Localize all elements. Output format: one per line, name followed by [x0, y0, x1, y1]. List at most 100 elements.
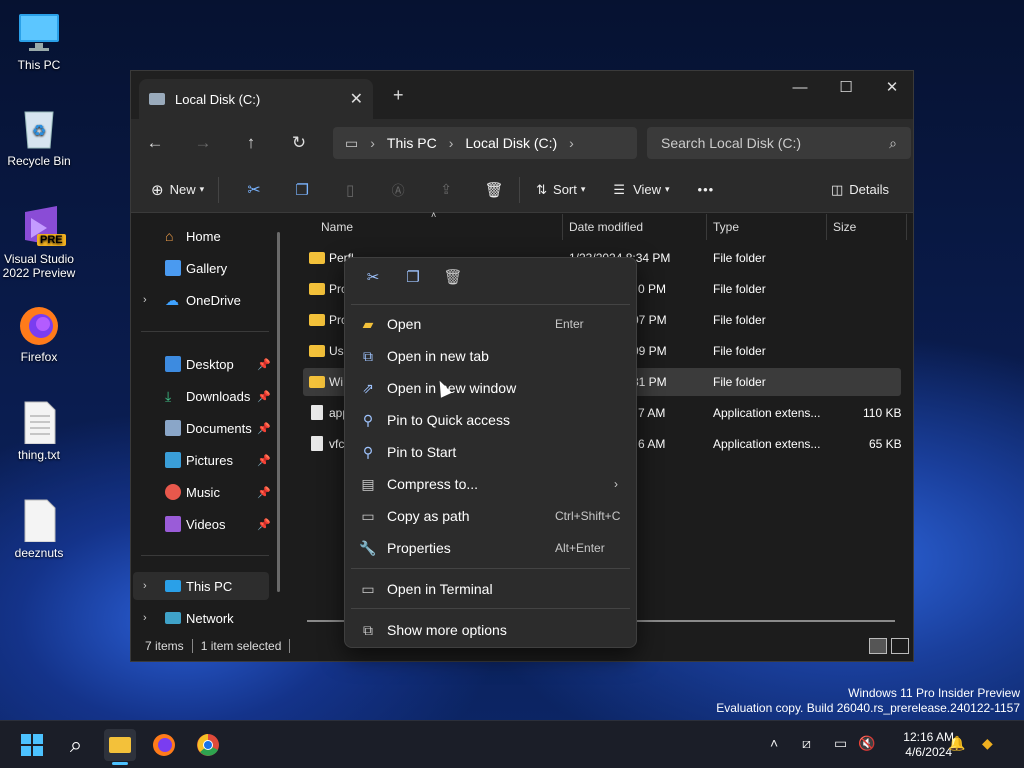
close-tab-icon[interactable]: ✕ — [350, 89, 363, 109]
copy-icon[interactable]: ❐ — [285, 181, 319, 199]
menu-item-open-new-tab[interactable]: ⧉ Open in new tab — [349, 341, 632, 371]
display-icon[interactable]: ▭ — [834, 735, 847, 752]
pin-icon[interactable]: 📌 — [257, 422, 271, 435]
tiles-view-icon[interactable] — [891, 638, 909, 654]
breadcrumb-this-pc[interactable]: This PC — [387, 135, 437, 151]
menu-item-compress[interactable]: ▤ Compress to... › — [349, 469, 632, 499]
breadcrumb-chevron-icon[interactable]: › — [569, 135, 574, 151]
sidebar-item-onedrive[interactable]: › ☁ OneDrive — [131, 286, 289, 314]
notification-bell-icon[interactable]: 🔔 — [948, 735, 965, 752]
menu-item-pin-quick-access[interactable]: ⚲ Pin to Quick access — [349, 405, 632, 435]
view-button[interactable]: ☰ View ▾ — [613, 182, 669, 198]
address-bar[interactable]: ▭ › This PC › Local Disk (C:) › — [333, 127, 637, 159]
sidebar-item-gallery[interactable]: Gallery — [131, 254, 289, 282]
cut-icon[interactable]: ✂ — [353, 268, 393, 296]
tab-local-disk[interactable]: Local Disk (C:) ✕ — [139, 79, 373, 119]
sidebar-item-pictures[interactable]: Pictures 📌 — [131, 446, 289, 474]
more-options-icon[interactable]: ••• — [698, 182, 715, 197]
cut-icon[interactable]: ✂ — [237, 180, 271, 200]
sidebar-item-this-pc[interactable]: › This PC — [133, 572, 269, 600]
desktop-icon-deeznuts[interactable]: deeznuts — [0, 498, 78, 560]
sort-button[interactable]: ⇅ Sort ▾ — [536, 182, 585, 198]
dll-file-icon — [311, 436, 323, 451]
desktop-icon-label: Recycle Bin — [7, 154, 71, 168]
column-header-name[interactable]: Name — [321, 220, 353, 234]
new-button[interactable]: ⊕ New ▾ — [151, 181, 204, 199]
pin-icon[interactable]: 📌 — [257, 518, 271, 531]
search-icon[interactable]: ⌕ — [60, 729, 92, 761]
copy-icon[interactable]: ❐ — [393, 268, 433, 296]
column-header-size[interactable]: Size — [833, 220, 856, 234]
sidebar-item-music[interactable]: Music 📌 — [131, 478, 289, 506]
menu-item-copy-as-path[interactable]: ▭ Copy as path Ctrl+Shift+C — [349, 501, 632, 531]
column-header-type[interactable]: Type — [713, 220, 739, 234]
copilot-icon[interactable]: ◆ — [982, 735, 993, 752]
clock[interactable]: 12:16 AM 4/6/2024 — [903, 730, 954, 760]
taskbar: ⌕ ˄ ⧄ ▭ 🔇 12:16 AM 4/6/2024 🔔 ◆ — [0, 720, 1024, 768]
search-input[interactable]: Search Local Disk (C:) ⌕ — [647, 127, 911, 159]
menu-item-properties[interactable]: 🔧 Properties Alt+Enter — [349, 533, 632, 563]
refresh-icon[interactable]: ↻ — [275, 133, 323, 153]
paste-icon[interactable]: ▯ — [333, 181, 367, 199]
share-icon[interactable]: ⇪ — [429, 181, 463, 198]
network-disconnected-icon[interactable]: ⧄ — [802, 735, 811, 752]
firefox-icon — [17, 302, 61, 346]
details-view-icon[interactable] — [869, 638, 887, 654]
new-tab-button[interactable]: + — [393, 85, 404, 106]
delete-icon[interactable]: 🗑 — [433, 268, 473, 296]
sidebar-item-desktop[interactable]: Desktop 📌 — [131, 350, 289, 378]
sidebar-item-videos[interactable]: Videos 📌 — [131, 510, 289, 538]
file-type: File folder — [713, 313, 766, 327]
menu-item-open-new-window[interactable]: ⇗ Open in new window — [349, 373, 632, 403]
menu-item-show-more-options[interactable]: ⧉ Show more options — [349, 615, 632, 645]
file-date: 07 PM — [632, 313, 667, 327]
chevron-right-icon[interactable]: › — [143, 580, 147, 592]
sidebar-item-documents[interactable]: Documents 📌 — [131, 414, 289, 442]
sidebar-scrollbar[interactable] — [277, 232, 280, 592]
sidebar-item-downloads[interactable]: ⤓ Downloads 📌 — [131, 382, 289, 410]
column-header-date[interactable]: Date modified — [569, 220, 643, 234]
menu-item-open-terminal[interactable]: ▭ Open in Terminal — [349, 574, 632, 604]
command-bar: ⊕ New ▾ ✂ ❐ ▯ Ⓐ ⇪ 🗑 ⇅ Sort ▾ ☰ View ▾ ••… — [131, 167, 913, 213]
new-window-icon: ⇗ — [362, 379, 374, 396]
chevron-right-icon[interactable]: › — [143, 294, 147, 306]
menu-item-open[interactable]: ▰ Open Enter — [349, 309, 632, 339]
back-arrow-icon[interactable]: ← — [131, 133, 179, 153]
desktop-icon-recycle-bin[interactable]: ♻ Recycle Bin — [0, 106, 78, 168]
minimize-button[interactable]: — — [777, 71, 823, 103]
desktop-icon-thing-txt[interactable]: thing.txt — [0, 400, 78, 462]
pin-icon[interactable]: 📌 — [257, 358, 271, 371]
file-explorer-taskbar-icon[interactable] — [104, 729, 136, 765]
menu-item-label: Open in Terminal — [387, 581, 493, 597]
pin-icon[interactable]: 📌 — [257, 486, 271, 499]
pin-icon[interactable]: 📌 — [257, 390, 271, 403]
chevron-right-icon[interactable]: › — [143, 612, 147, 624]
forward-arrow-icon[interactable]: → — [179, 133, 227, 153]
column-divider[interactable] — [826, 214, 827, 240]
delete-icon[interactable]: 🗑 — [477, 181, 511, 199]
maximize-button[interactable]: ☐ — [823, 71, 869, 103]
blank-file-icon — [17, 498, 61, 543]
chevron-up-icon[interactable]: ˄ — [770, 735, 778, 751]
pin-icon[interactable]: 📌 — [257, 454, 271, 467]
desktop-icon-this-pc[interactable]: This PC — [0, 10, 78, 72]
column-divider[interactable] — [706, 214, 707, 240]
close-window-button[interactable]: ✕ — [869, 71, 915, 103]
breadcrumb-local-disk[interactable]: Local Disk (C:) — [465, 135, 557, 151]
desktop-icon-visual-studio[interactable]: PRE Visual Studio 2022 Preview — [0, 204, 78, 280]
rename-icon[interactable]: Ⓐ — [381, 180, 415, 199]
column-divider[interactable] — [562, 214, 563, 240]
up-arrow-icon[interactable]: ↑ — [227, 133, 275, 153]
plus-circle-icon: ⊕ — [151, 181, 164, 199]
start-button[interactable] — [16, 729, 48, 761]
firefox-icon[interactable] — [148, 729, 180, 761]
sidebar-item-network[interactable]: › Network — [131, 604, 289, 632]
column-divider[interactable] — [906, 214, 907, 240]
desktop-icon-firefox[interactable]: Firefox — [0, 302, 78, 364]
chevron-down-icon: ▾ — [665, 184, 670, 194]
speaker-muted-icon[interactable]: 🔇 — [858, 735, 875, 752]
details-button[interactable]: ◫ Details — [831, 182, 889, 198]
chrome-icon[interactable] — [192, 729, 224, 761]
sidebar-item-home[interactable]: ⌂ Home — [131, 222, 289, 250]
menu-item-pin-start[interactable]: ⚲ Pin to Start — [349, 437, 632, 467]
